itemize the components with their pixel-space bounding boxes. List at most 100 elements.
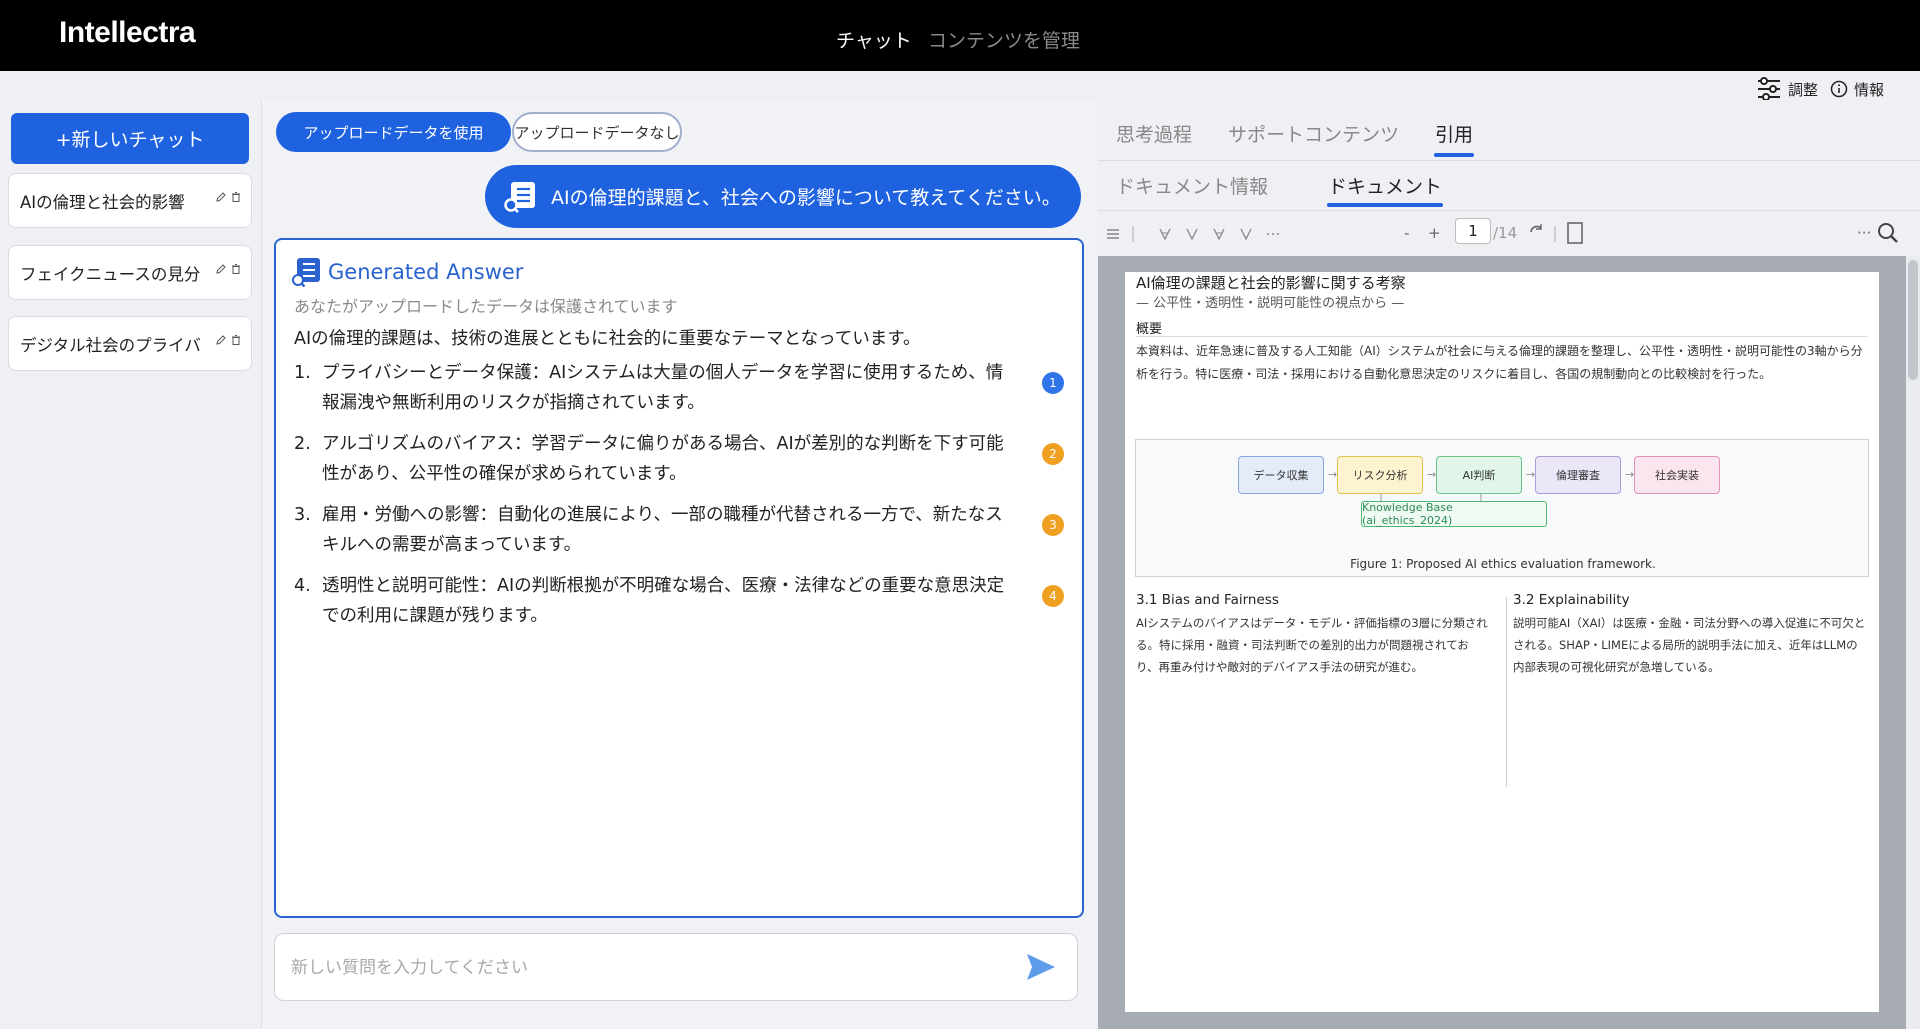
list-number: 4. — [294, 576, 311, 596]
tab-citation[interactable]: 引用 — [1434, 120, 1475, 157]
trash-icon[interactable] — [230, 263, 242, 275]
document-search-icon — [292, 258, 320, 288]
figure-step-box: リスク分析 — [1337, 456, 1423, 494]
top-nav: チャット コンテンツを管理 — [836, 26, 1080, 53]
answer-list-item: 3. 雇用・労働への影響：自動化の進展により、一部の職種が代替される一方で、新た… — [294, 500, 1074, 571]
new-chat-button[interactable]: +新しいチャット — [11, 113, 249, 164]
doc-figure: データ収集 → リスク分析 → AI判断 → 倫理審査 → 社会実装 Knowl… — [1135, 439, 1869, 577]
chat-history-item[interactable]: AIの倫理と社会的影響 — [8, 173, 252, 228]
trash-icon[interactable] — [230, 334, 242, 346]
chat-history-item[interactable]: フェイクニュースの見分け方 — [8, 245, 252, 300]
draw-tool-icon[interactable] — [1212, 227, 1226, 241]
question-input[interactable] — [291, 954, 991, 982]
list-text: 透明性と説明可能性：AIの判断根拠が不明確な場合、医療・法律などの重要な意思決定… — [322, 576, 1005, 626]
question-input-box — [274, 933, 1078, 1001]
page-total: /14 — [1493, 224, 1518, 242]
citation-badge[interactable]: 3 — [1042, 514, 1064, 536]
pdf-scroll-thumb[interactable] — [1908, 260, 1918, 380]
edit-icon[interactable] — [215, 334, 227, 346]
figure-knowledge-base: Knowledge Base (ai_ethics_2024) — [1361, 501, 1547, 527]
more-tools-icon[interactable] — [1266, 232, 1280, 236]
figure-arrow: → — [1427, 468, 1437, 481]
user-message: AIの倫理的課題と、社会への影響について教えてください。 — [485, 165, 1081, 228]
send-icon[interactable] — [1025, 952, 1057, 982]
citation-badge[interactable]: 1 — [1042, 372, 1064, 394]
column-divider — [1506, 597, 1507, 787]
citation-badge[interactable]: 4 — [1042, 585, 1064, 607]
section-body: AIシステムのバイアスはデータ・モデル・評価指標の3層に分類される。特に採用・融… — [1136, 616, 1488, 674]
figure-arrow: → — [1625, 468, 1635, 481]
pdf-toolbar: - + /14 ··· — [1098, 214, 1920, 254]
chat-history-label: デジタル社会のプライバシー — [20, 335, 200, 355]
chat-history-item[interactable]: デジタル社会のプライバシー — [8, 316, 252, 371]
chat-history-label: フェイクニュースの見分け方 — [20, 264, 200, 284]
doc-heading: 概要 — [1136, 322, 1163, 337]
answer-card: Generated Answer あなたがアップロードしたデータは保護されていま… — [274, 238, 1084, 918]
nav-manage-content[interactable]: コンテンツを管理 — [928, 30, 1080, 52]
doc-title: AI倫理の課題と社会的影響に関する考察 — [1136, 274, 1406, 292]
top-bar: Intellectra チャット コンテンツを管理 — [0, 0, 1920, 71]
list-text: アルゴリズムのバイアス：学習データに偏りがある場合、AIが差別的な判断を下す可能… — [322, 434, 1004, 484]
list-text: 雇用・労働への影響：自動化の進展により、一部の職種が代替される一方で、新たなスキ… — [322, 505, 1003, 555]
document-search-icon — [504, 181, 535, 213]
tab-thought-process[interactable]: 思考過程 — [1116, 120, 1192, 147]
list-number: 1. — [294, 363, 311, 383]
rotate-icon[interactable] — [1528, 222, 1544, 238]
doc-subtitle: — 公平性・透明性・説明可能性の視点から — — [1136, 296, 1405, 311]
answer-list: 1. プライバシーとデータ保護：AIシステムは大量の個人データを学習に使用するた… — [294, 358, 1074, 642]
section-heading: 3.1 Bias and Fairness — [1136, 592, 1279, 608]
zoom-out-button[interactable]: - — [1404, 224, 1409, 242]
answer-header: Generated Answer — [290, 256, 523, 288]
page-number-input[interactable]: 1 — [1455, 218, 1491, 244]
highlight-tool-icon[interactable] — [1158, 227, 1172, 241]
menu-icon[interactable] — [1106, 228, 1120, 240]
edit-icon[interactable] — [215, 191, 227, 203]
list-number: 3. — [294, 505, 311, 525]
sidebar: +新しいチャット AIの倫理と社会的影響 フェイクニュースの見分け方 デジタル社… — [0, 100, 262, 1029]
app-logo: Intellectra — [59, 16, 196, 49]
figure-step-box: 倫理審査 — [1535, 456, 1621, 494]
adjust-button[interactable]: 調整 — [1756, 76, 1818, 102]
info-label: 情報 — [1853, 80, 1884, 99]
use-upload-data-button[interactable]: アップロードデータを使用 — [276, 112, 511, 152]
doc-abstract: 本資料は、近年急速に普及する人工知能（AI）システムが社会に与える倫理的課題を整… — [1136, 344, 1863, 381]
adjust-label: 調整 — [1787, 80, 1818, 99]
answer-list-item: 2. アルゴリズムのバイアス：学習データに偏りがある場合、AIが差別的な判断を下… — [294, 429, 1074, 500]
trash-icon[interactable] — [230, 191, 242, 203]
citation-subtabs: ドキュメント情報 ドキュメント — [1116, 172, 1444, 207]
section-body: 説明可能AI（XAI）は医療・金融・司法分野への導入促進に不可欠とされる。SHA… — [1513, 616, 1866, 674]
figure-step-box: データ収集 — [1238, 456, 1324, 494]
shape-tool-icon[interactable] — [1239, 227, 1253, 241]
nav-chat[interactable]: チャット — [836, 30, 912, 52]
tab-document[interactable]: ドキュメント — [1327, 172, 1444, 207]
figure-arrow: → — [1526, 468, 1536, 481]
zoom-in-button[interactable]: + — [1428, 224, 1441, 242]
chat-history-label: AIの倫理と社会的影響 — [20, 192, 185, 212]
figure-caption: Figure 1: Proposed AI ethics evaluation … — [1350, 557, 1656, 571]
answer-list-item: 4. 透明性と説明可能性：AIの判断根拠が不明確な場合、医療・法律などの重要な意… — [294, 571, 1074, 642]
text-tool-icon[interactable] — [1185, 227, 1199, 241]
doc-heading-rule — [1136, 336, 1868, 337]
info-button[interactable]: 情報 — [1830, 79, 1884, 100]
answer-intro: AIの倫理的課題は、技術の進展とともに社会的に重要なテーマとなっています。 — [294, 329, 921, 349]
no-upload-data-button[interactable]: アップロードデータなし — [512, 112, 682, 152]
more-options-button[interactable]: ··· — [1857, 224, 1871, 242]
section-heading: 3.2 Explainability — [1513, 592, 1630, 608]
list-text: プライバシーとデータ保護：AIシステムは大量の個人データを学習に使用するため、情… — [322, 363, 1004, 413]
figure-arrow: → — [1328, 468, 1338, 481]
tabs-divider — [1098, 160, 1920, 161]
tab-supporting-content[interactable]: サポートコンテンツ — [1228, 120, 1399, 147]
answer-list-item: 1. プライバシーとデータ保護：AIシステムは大量の個人データを学習に使用するた… — [294, 358, 1074, 429]
subtabs-divider — [1098, 210, 1920, 211]
edit-icon[interactable] — [215, 263, 227, 275]
pdf-page: AI倫理の課題と社会的影響に関する考察 — 公平性・透明性・説明可能性の視点から… — [1125, 272, 1879, 1012]
page-view-icon[interactable] — [1566, 221, 1584, 245]
user-message-text: AIの倫理的課題と、社会への影響について教えてください。 — [551, 187, 1061, 209]
tab-document-info[interactable]: ドキュメント情報 — [1116, 172, 1268, 199]
utility-bar: 調整 情報 — [1756, 76, 1884, 102]
sliders-icon — [1757, 77, 1780, 101]
search-icon[interactable] — [1877, 222, 1899, 244]
list-number: 2. — [294, 434, 311, 454]
separator-icon — [1554, 226, 1556, 242]
citation-badge[interactable]: 2 — [1042, 443, 1064, 465]
